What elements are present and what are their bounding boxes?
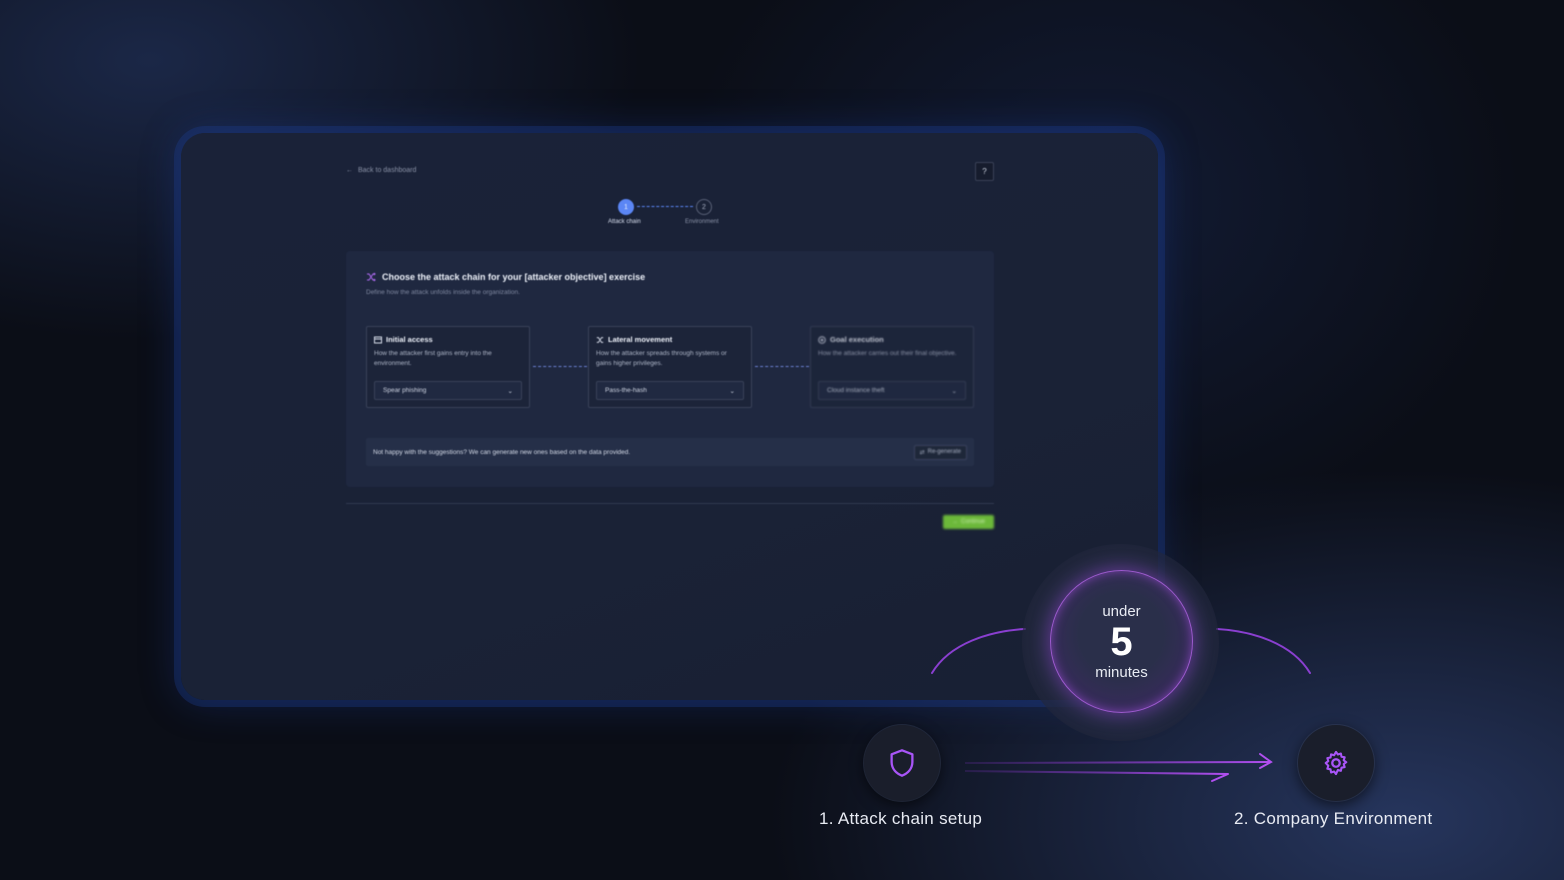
shuffle-icon: ⇄ <box>919 449 925 456</box>
initial-access-select[interactable]: Spear phishing ⌄ <box>374 381 522 400</box>
stage-title: Goal execution <box>830 335 884 344</box>
gear-icon <box>1324 750 1348 776</box>
left-arc <box>931 628 1026 674</box>
right-arc <box>1216 628 1311 674</box>
step-2-dot[interactable]: 2 <box>696 199 712 215</box>
arrow-right-icon: → <box>951 519 958 525</box>
lateral-movement-select[interactable]: Pass-the-hash ⌄ <box>596 381 744 400</box>
shuffle-icon <box>596 336 604 343</box>
step-node-company-environment <box>1298 725 1374 801</box>
step-1-label: Attack chain <box>608 219 641 225</box>
step-2-caption: 2. Company Environment <box>1234 809 1433 828</box>
stage-connector <box>755 366 809 367</box>
regenerate-button[interactable]: ⇄ Re-generate <box>913 444 967 460</box>
stage-description: How the attacker first gains entry into … <box>374 350 492 367</box>
stepper: 1 2 Attack chain Environment <box>601 199 741 229</box>
regenerate-button-label: Re-generate <box>927 449 961 455</box>
stage-goal-execution: Goal execution How the attacker carries … <box>810 326 974 408</box>
stage-description: How the attacker carries out their final… <box>818 350 957 357</box>
select-value: Pass-the-hash <box>605 387 647 394</box>
goal-execution-select[interactable]: Cloud instance theft ⌄ <box>818 381 966 400</box>
stage-title: Initial access <box>386 335 433 344</box>
help-button[interactable]: ? <box>975 162 994 181</box>
back-link-label: Back to dashboard <box>358 167 417 174</box>
step-1-caption: 1. Attack chain setup <box>819 809 983 828</box>
attack-chain-card: Choose the attack chain for your [attack… <box>346 251 994 487</box>
stage-connector <box>533 366 587 367</box>
step-1-dot[interactable]: 1 <box>618 199 634 215</box>
shield-icon <box>890 749 914 777</box>
stage-goal-execution-header: Goal execution <box>818 335 966 344</box>
timer-prefix: under <box>1102 602 1141 620</box>
shuffle-icon <box>367 272 376 282</box>
back-link[interactable]: ← Back to dashboard <box>346 167 416 174</box>
card-subtitle: Define how the attack unfolds inside the… <box>366 289 520 296</box>
divider <box>346 503 994 504</box>
target-icon <box>818 335 826 344</box>
continue-button[interactable]: → Continue <box>943 515 994 529</box>
promo-stage: ← Back to dashboard ? 1 2 Attack chain E… <box>0 0 1564 880</box>
stage-title: Lateral movement <box>608 335 673 344</box>
door-icon <box>374 336 382 343</box>
chevron-down-icon: ⌄ <box>507 387 513 395</box>
regenerate-bar: Not happy with the suggestions? We can g… <box>366 438 974 466</box>
timer-badge: under 5 minutes <box>1050 570 1193 713</box>
step-2-label: Environment <box>685 219 719 225</box>
progress-arrow <box>964 753 1273 782</box>
stage-lateral-movement-header: Lateral movement <box>596 335 744 344</box>
step-connector <box>637 206 693 207</box>
stage-description: How the attacker spreads through systems… <box>596 350 727 367</box>
chevron-down-icon: ⌄ <box>951 387 957 395</box>
select-value: Spear phishing <box>383 387 427 394</box>
step-node-attack-chain <box>864 725 940 801</box>
select-value: Cloud instance theft <box>827 387 885 394</box>
stage-lateral-movement: Lateral movement How the attacker spread… <box>588 326 752 408</box>
continue-button-label: Continue <box>960 519 986 525</box>
timer-value: 5 <box>1110 619 1133 664</box>
arrow-left-icon: ← <box>346 167 353 174</box>
regenerate-message: Not happy with the suggestions? We can g… <box>373 448 631 456</box>
app-window: ← Back to dashboard ? 1 2 Attack chain E… <box>181 133 1158 700</box>
stage-initial-access: Initial access How the attacker first ga… <box>366 326 530 408</box>
card-title: Choose the attack chain for your [attack… <box>366 272 645 282</box>
timer-unit: minutes <box>1095 663 1148 681</box>
card-title-text: Choose the attack chain for your [attack… <box>382 272 646 282</box>
chevron-down-icon: ⌄ <box>729 387 735 395</box>
stage-initial-access-header: Initial access <box>374 335 522 344</box>
